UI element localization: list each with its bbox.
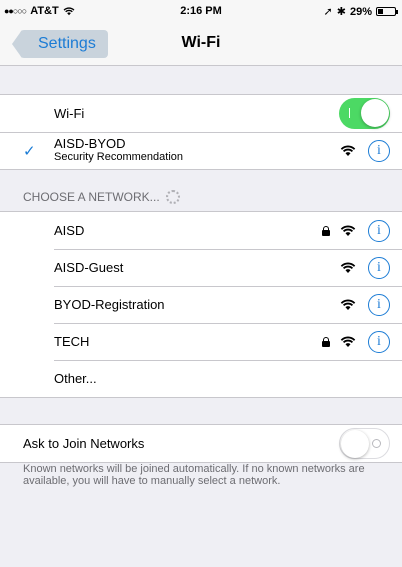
info-button[interactable]: i	[368, 330, 390, 353]
connected-network-name: AISD-BYOD	[54, 136, 126, 151]
toggle-off-mark	[372, 439, 381, 448]
choose-network-header: CHOOSE A NETWORK...	[23, 190, 180, 204]
network-row-other[interactable]: Other...	[0, 360, 402, 397]
wifi-signal-icon	[340, 299, 356, 310]
toggle-knob	[341, 430, 369, 458]
page-title: Wi-Fi	[181, 34, 221, 51]
choose-network-label: CHOOSE A NETWORK...	[23, 190, 160, 204]
connected-network-subtitle: Security Recommendation	[54, 151, 184, 163]
toggle-knob	[361, 99, 389, 127]
network-row-aisd[interactable]: AISD i	[0, 212, 402, 249]
status-bar: ●●○○○ AT&T 2:16 PM ➚ ✱ 29%	[0, 0, 402, 22]
lock-icon	[322, 336, 330, 347]
network-row-tech[interactable]: TECH i	[0, 323, 402, 360]
connected-network-label: AISD-BYOD Security Recommendation	[54, 136, 184, 163]
wifi-toggle-label: Wi-Fi	[54, 106, 85, 121]
network-name: BYOD-Registration	[54, 297, 165, 312]
network-name: TECH	[54, 334, 90, 349]
info-button[interactable]: i	[368, 139, 390, 162]
ask-to-join-footer: Known networks will be joined automatica…	[23, 463, 365, 487]
connected-network-row[interactable]: ✓ AISD-BYOD Security Recommendation i	[0, 132, 402, 169]
battery-icon	[376, 7, 398, 16]
ask-to-join-row: Ask to Join Networks	[0, 425, 402, 462]
nav-bar: Settings Wi-Fi	[0, 22, 402, 66]
ask-to-join-group: Ask to Join Networks	[0, 424, 402, 463]
battery-percent: 29%	[349, 5, 372, 18]
lock-icon	[322, 225, 330, 236]
network-name: AISD-Guest	[54, 260, 124, 275]
wifi-group: Wi-Fi ✓ AISD-BYOD Security Recommendatio…	[0, 94, 402, 170]
wifi-signal-icon	[340, 336, 356, 347]
loading-spinner-icon	[165, 190, 180, 204]
network-row-byod-registration[interactable]: BYOD-Registration i	[0, 286, 402, 323]
network-name: AISD	[54, 223, 85, 238]
info-button[interactable]: i	[368, 293, 390, 316]
location-arrow-icon: ➚	[323, 6, 333, 18]
ask-to-join-label: Ask to Join Networks	[23, 436, 145, 451]
ask-to-join-toggle[interactable]	[339, 428, 390, 459]
info-button[interactable]: i	[368, 256, 390, 279]
wifi-signal-icon	[340, 225, 356, 236]
toggle-on-mark	[349, 108, 350, 118]
battery-fill	[378, 9, 383, 14]
wifi-signal-icon	[340, 262, 356, 273]
checkmark-icon: ✓	[23, 142, 36, 160]
wifi-signal-icon	[340, 145, 356, 156]
status-right: ➚ ✱ 29%	[323, 5, 398, 18]
other-network-label: Other...	[54, 371, 97, 386]
wifi-toggle[interactable]	[339, 98, 390, 129]
networks-group: AISD i AISD-Guest i BYOD-Registration i …	[0, 211, 402, 398]
wifi-toggle-row: Wi-Fi	[0, 95, 402, 132]
network-row-aisd-guest[interactable]: AISD-Guest i	[0, 249, 402, 286]
info-button[interactable]: i	[368, 219, 390, 242]
bluetooth-icon: ✱	[336, 6, 346, 18]
